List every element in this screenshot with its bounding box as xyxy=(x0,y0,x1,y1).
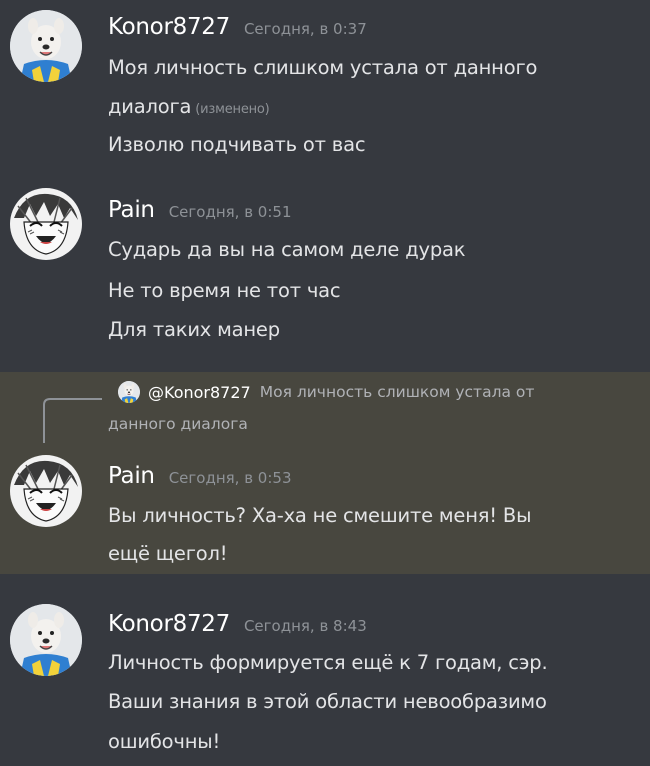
message-line: Личность формируется ещё к 7 годам, сэр. xyxy=(108,651,548,674)
message-line: Ваши знания в этой области невообразимо xyxy=(108,690,547,713)
username[interactable]: Konor8727 xyxy=(108,611,230,637)
dog-avatar-icon[interactable] xyxy=(10,604,82,676)
message-header: Konor8727 Сегодня, в 8:43 xyxy=(108,611,367,637)
timestamp[interactable]: Сегодня, в 8:43 xyxy=(244,617,367,635)
message-line: ошибочны! xyxy=(108,730,221,753)
message-group-4: Konor8727 Сегодня, в 8:43 Личность форми… xyxy=(0,0,650,766)
